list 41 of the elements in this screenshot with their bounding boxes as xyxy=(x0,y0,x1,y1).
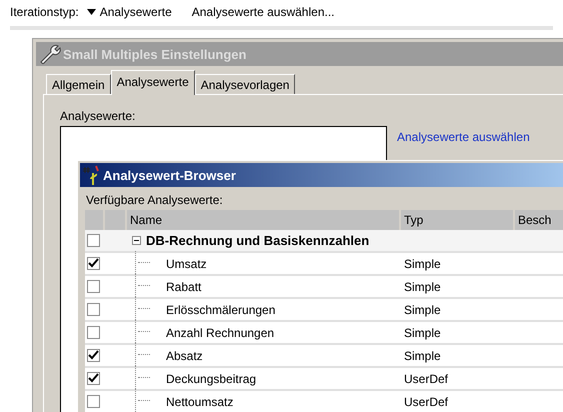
window-title: Small Multiples Einstellungen xyxy=(63,46,246,62)
checkbox[interactable] xyxy=(87,326,100,339)
collapse-icon[interactable] xyxy=(132,236,141,245)
value-name: Umsatz xyxy=(166,256,207,270)
checkbox[interactable] xyxy=(87,303,100,316)
iteration-type-label: Iterationstyp: xyxy=(10,5,79,19)
value-type: Simple xyxy=(404,280,441,294)
tab[interactable]: Analysewerte xyxy=(110,70,195,95)
value-name: Anzahl Rechnungen xyxy=(166,326,274,340)
tab[interactable]: Allgemein xyxy=(46,74,111,94)
iteration-type-dropdown[interactable]: Analysewerte xyxy=(86,5,172,19)
value-type: Simple xyxy=(404,326,441,340)
value-name: Erlösschmälerungen xyxy=(166,302,276,316)
wrench-icon xyxy=(39,44,61,64)
value-type: Simple xyxy=(404,348,441,362)
value-type: UserDef xyxy=(404,372,448,386)
values-label: Analysewerte: xyxy=(60,109,136,123)
value-type: UserDef xyxy=(404,394,448,408)
checkbox[interactable] xyxy=(87,349,100,362)
checkbox[interactable] xyxy=(87,395,100,408)
checkbox[interactable] xyxy=(87,257,100,270)
column-header[interactable]: Besch xyxy=(515,210,563,230)
tab[interactable]: Analysevorlagen xyxy=(194,74,296,94)
symbol-icon xyxy=(83,165,99,185)
checkbox[interactable] xyxy=(87,234,100,247)
value-type: Simple xyxy=(404,256,441,270)
checkbox[interactable] xyxy=(87,280,100,293)
select-values-link[interactable]: Analysewerte auswählen xyxy=(397,130,530,144)
available-values-label: Verfügbare Analysewerte: xyxy=(85,192,224,209)
value-name: Nettoumsatz xyxy=(166,394,234,408)
value-name: Rabatt xyxy=(166,280,202,294)
dropdown-arrow-icon xyxy=(86,9,96,15)
column-header[interactable]: Typ xyxy=(401,210,515,230)
column-header[interactable]: Name xyxy=(127,210,401,230)
value-type: Simple xyxy=(404,302,441,316)
checkbox[interactable] xyxy=(87,372,100,385)
value-name: Deckungsbeitrag xyxy=(166,372,256,386)
select-values-button[interactable]: Analysewerte auswählen... xyxy=(192,5,334,19)
group-name: DB-Rechnung und Basiskennzahlen xyxy=(146,233,370,248)
window-title: Analysewert-Browser xyxy=(103,168,236,182)
value-name: Absatz xyxy=(166,348,203,362)
